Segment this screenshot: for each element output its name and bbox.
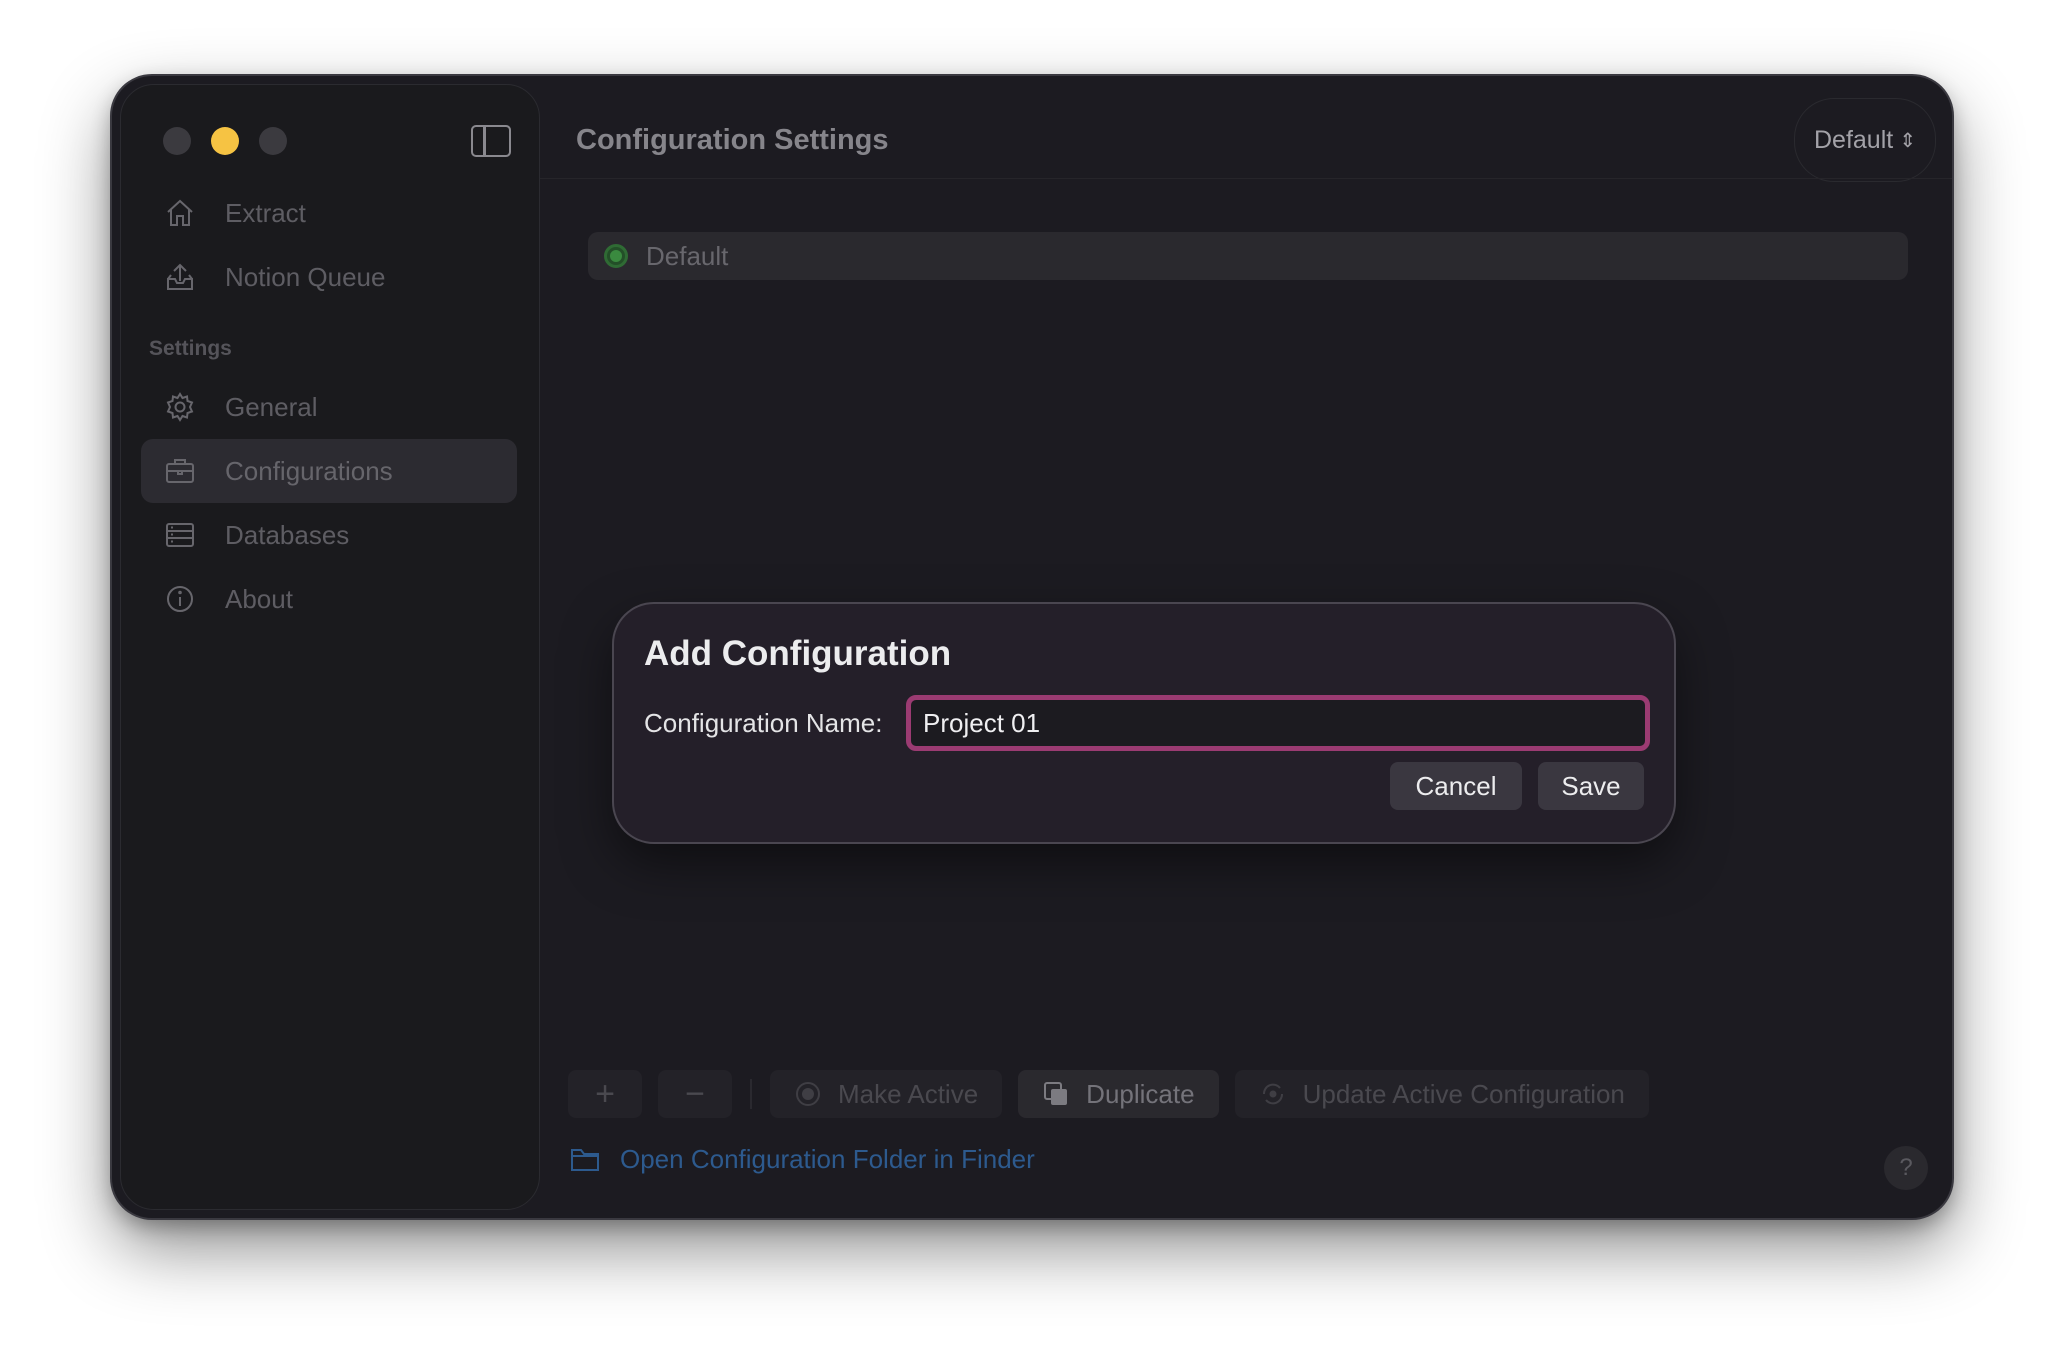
duplicate-icon bbox=[1042, 1080, 1070, 1108]
sidebar-item-general[interactable]: General bbox=[141, 375, 517, 439]
radio-icon bbox=[794, 1080, 822, 1108]
bottom-toolbar: + − Make Active Duplicate Update Active … bbox=[568, 1070, 1649, 1118]
page-title: Configuration Settings bbox=[576, 124, 889, 156]
configuration-name-label: Configuration Name: bbox=[644, 708, 883, 738]
tray-upload-icon bbox=[163, 260, 197, 294]
sidebar-item-notion-queue[interactable]: Notion Queue bbox=[141, 245, 517, 309]
make-active-button[interactable]: Make Active bbox=[770, 1070, 1003, 1118]
close-window-button[interactable] bbox=[163, 127, 191, 155]
sidebar-nav: Extract Notion Queue Settings General Co… bbox=[141, 181, 517, 631]
sidebar-item-label: Notion Queue bbox=[225, 261, 386, 292]
sidebar-item-label: General bbox=[225, 391, 318, 422]
sidebar-item-configurations[interactable]: Configurations bbox=[141, 439, 517, 503]
update-active-configuration-button[interactable]: Update Active Configuration bbox=[1234, 1070, 1649, 1118]
sidebar-section-label: Settings bbox=[149, 337, 232, 360]
window-controls bbox=[163, 127, 287, 155]
active-indicator-icon bbox=[604, 244, 628, 268]
info-icon bbox=[163, 582, 197, 616]
duplicate-button[interactable]: Duplicate bbox=[1018, 1070, 1219, 1118]
toolbar-separator bbox=[750, 1079, 752, 1109]
sidebar-item-databases[interactable]: Databases bbox=[141, 503, 517, 567]
add-configuration-button[interactable]: + bbox=[568, 1070, 642, 1118]
sidebar-item-label: About bbox=[225, 583, 293, 614]
sidebar-item-label: Configurations bbox=[225, 455, 393, 486]
configuration-name-input[interactable] bbox=[906, 695, 1650, 751]
help-button[interactable]: ? bbox=[1884, 1146, 1928, 1190]
header-divider bbox=[540, 178, 1952, 179]
config-name: Default bbox=[646, 240, 729, 271]
update-label: Update Active Configuration bbox=[1302, 1078, 1625, 1109]
make-active-label: Make Active bbox=[838, 1078, 979, 1109]
house-icon bbox=[163, 196, 197, 230]
app-window: Extract Notion Queue Settings General Co… bbox=[112, 76, 1952, 1218]
gear-icon bbox=[163, 390, 197, 424]
sidebar: Extract Notion Queue Settings General Co… bbox=[120, 84, 540, 1210]
sidebar-item-extract[interactable]: Extract bbox=[141, 181, 517, 245]
sidebar-item-about[interactable]: About bbox=[141, 567, 517, 631]
remove-configuration-button[interactable]: − bbox=[658, 1070, 732, 1118]
database-icon bbox=[163, 518, 197, 552]
sidebar-item-label: Databases bbox=[225, 519, 350, 550]
save-button[interactable]: Save bbox=[1538, 762, 1644, 810]
open-folder-link[interactable]: Open Configuration Folder in Finder bbox=[570, 1144, 1035, 1175]
sync-icon bbox=[1259, 1080, 1287, 1108]
sidebar-toggle-icon[interactable] bbox=[471, 125, 511, 157]
configuration-picker[interactable]: Default ⇕ bbox=[1794, 98, 1936, 182]
config-list-item[interactable]: Default bbox=[588, 232, 1908, 280]
picker-value: Default bbox=[1814, 125, 1894, 154]
sidebar-item-label: Extract bbox=[225, 197, 306, 228]
cancel-button[interactable]: Cancel bbox=[1390, 762, 1522, 810]
chevron-up-down-icon: ⇕ bbox=[1899, 129, 1916, 152]
add-configuration-dialog: Add Configuration Configuration Name: Ca… bbox=[614, 604, 1674, 842]
zoom-window-button[interactable] bbox=[259, 127, 287, 155]
minimize-window-button[interactable] bbox=[211, 127, 239, 155]
open-folder-label: Open Configuration Folder in Finder bbox=[620, 1144, 1035, 1174]
folder-icon bbox=[571, 1148, 599, 1171]
dialog-title: Add Configuration bbox=[644, 634, 952, 673]
duplicate-label: Duplicate bbox=[1086, 1078, 1195, 1109]
briefcase-icon bbox=[163, 454, 197, 488]
